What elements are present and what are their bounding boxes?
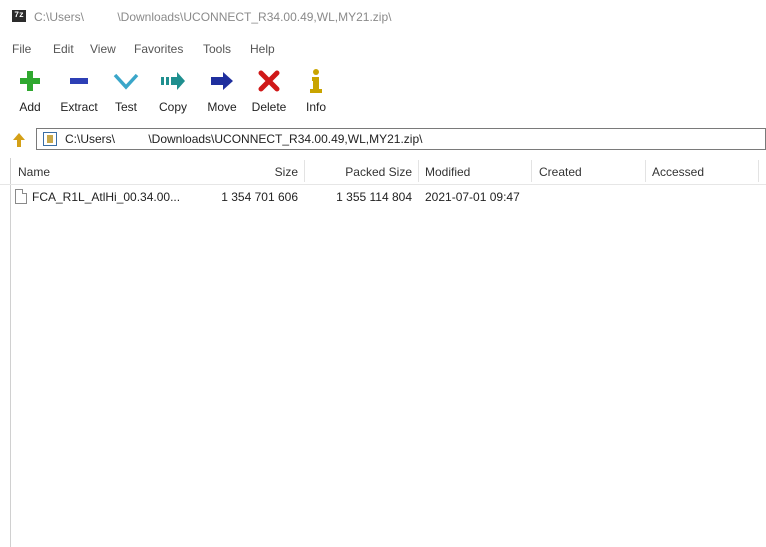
file-list-header: Name Size Packed Size Modified Created A… xyxy=(0,158,766,185)
test-icon xyxy=(104,68,148,94)
title-bar: 7z C:\Users\ \Downloads\UCONNECT_R34.00.… xyxy=(0,0,766,36)
info-label: Info xyxy=(305,100,326,114)
address-path: C:\Users\ \Downloads\UCONNECT_R34.00.49,… xyxy=(65,132,423,146)
test-label: Test xyxy=(114,100,137,114)
file-packed-size: 1 355 114 804 xyxy=(336,190,412,204)
menu-help[interactable]: Help xyxy=(250,42,275,56)
column-created[interactable]: Created xyxy=(539,165,582,179)
column-separator[interactable] xyxy=(418,160,419,182)
file-list: FCA_R1L_AtlHi_00.34.00... 1 354 701 606 … xyxy=(0,186,766,547)
column-separator[interactable] xyxy=(304,160,305,182)
delete-button[interactable]: Delete xyxy=(247,64,291,120)
column-modified[interactable]: Modified xyxy=(425,165,470,179)
move-button[interactable]: Move xyxy=(200,64,244,120)
menu-bar: File Edit View Favorites Tools Help xyxy=(0,40,766,60)
column-separator[interactable] xyxy=(758,160,759,182)
address-bar: C:\Users\ \Downloads\UCONNECT_R34.00.49,… xyxy=(10,128,766,152)
column-name[interactable]: Name xyxy=(18,165,50,179)
file-name: FCA_R1L_AtlHi_00.34.00... xyxy=(32,190,181,204)
file-icon xyxy=(15,189,27,204)
copy-button[interactable]: Copy xyxy=(151,64,195,120)
column-accessed[interactable]: Accessed xyxy=(652,165,704,179)
delete-label: Delete xyxy=(251,100,287,114)
window-title: C:\Users\ \Downloads\UCONNECT_R34.00.49,… xyxy=(34,10,392,24)
archive-icon xyxy=(43,132,57,146)
copy-label: Copy xyxy=(158,100,187,114)
column-separator[interactable] xyxy=(645,160,646,182)
move-icon xyxy=(200,68,244,94)
menu-view[interactable]: View xyxy=(90,42,116,56)
file-row[interactable]: FCA_R1L_AtlHi_00.34.00... 1 354 701 606 … xyxy=(10,186,766,208)
file-size: 1 354 701 606 xyxy=(221,190,298,204)
menu-tools[interactable]: Tools xyxy=(203,42,231,56)
menu-file[interactable]: File xyxy=(12,42,31,56)
up-folder-icon[interactable] xyxy=(12,132,26,151)
add-icon xyxy=(8,68,52,94)
file-modified: 2021-07-01 09:47 xyxy=(425,190,520,204)
toolbar: Add Extract Test Copy Move Delete Info xyxy=(0,64,766,122)
add-label: Add xyxy=(19,100,41,114)
info-icon xyxy=(294,68,338,94)
menu-favorites[interactable]: Favorites xyxy=(134,42,183,56)
copy-icon xyxy=(151,68,195,94)
extract-button[interactable]: Extract xyxy=(57,64,101,120)
move-label: Move xyxy=(207,100,237,114)
extract-label: Extract xyxy=(60,100,98,114)
info-button[interactable]: Info xyxy=(294,64,338,120)
column-size[interactable]: Size xyxy=(230,165,298,179)
7z-app-icon: 7z xyxy=(12,10,26,22)
extract-icon xyxy=(57,68,101,94)
test-button[interactable]: Test xyxy=(104,64,148,120)
address-field[interactable]: C:\Users\ \Downloads\UCONNECT_R34.00.49,… xyxy=(36,128,766,150)
column-separator[interactable] xyxy=(531,160,532,182)
add-button[interactable]: Add xyxy=(8,64,52,120)
menu-edit[interactable]: Edit xyxy=(53,42,74,56)
column-packed-size[interactable]: Packed Size xyxy=(312,165,412,179)
delete-icon xyxy=(247,68,291,94)
